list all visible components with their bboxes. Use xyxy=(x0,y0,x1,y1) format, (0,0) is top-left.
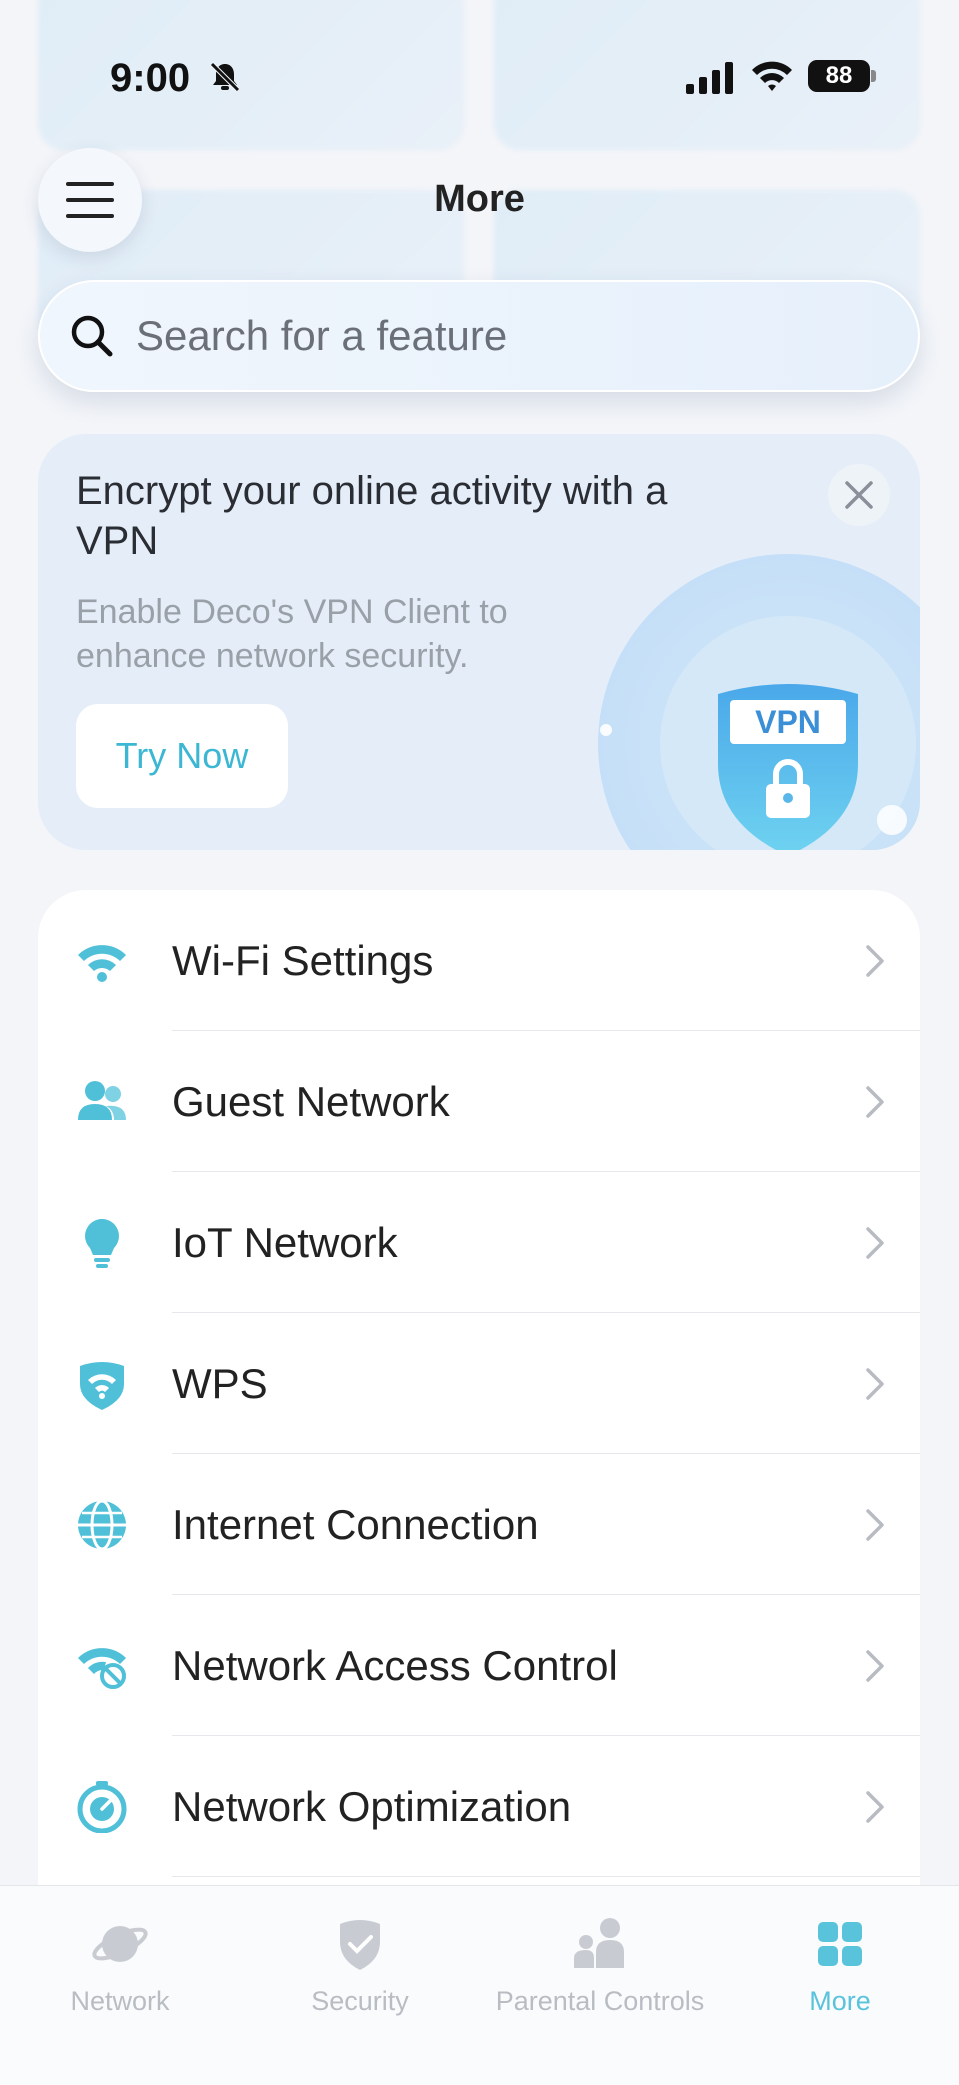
chevron-right-icon xyxy=(866,1226,884,1259)
vpn-badge-text: VPN xyxy=(755,704,821,740)
settings-item-wifi-settings[interactable]: Wi-Fi Settings xyxy=(38,890,920,1031)
settings-item-label: Wi-Fi Settings xyxy=(172,936,434,984)
tab-label: Network xyxy=(70,1986,170,2016)
vpn-promo-description: Enable Deco's VPN Client to enhance netw… xyxy=(76,593,508,675)
chevron-right-icon xyxy=(866,1649,884,1682)
close-icon xyxy=(845,481,873,509)
grid-icon xyxy=(818,1922,862,1966)
try-now-button[interactable]: Try Now xyxy=(76,704,288,808)
bell-muted-icon xyxy=(210,62,240,92)
settings-item-internet-connection[interactable]: Internet Connection xyxy=(38,1454,920,1595)
settings-item-wps[interactable]: WPS xyxy=(38,1313,920,1454)
divider xyxy=(172,1875,920,1877)
bottom-tab-bar: Network Security Parental Controls More xyxy=(0,1885,959,2085)
battery-tip xyxy=(871,70,876,82)
family-icon xyxy=(574,1918,624,1968)
search-input[interactable] xyxy=(136,312,836,360)
search-bar[interactable] xyxy=(38,280,920,392)
chevron-right-icon xyxy=(866,1367,884,1400)
settings-item-guest-network[interactable]: Guest Network xyxy=(38,1031,920,1172)
cellular-signal-icon xyxy=(686,62,733,94)
settings-item-label: IoT Network xyxy=(172,1218,398,1266)
chevron-right-icon xyxy=(866,944,884,977)
settings-item-label: Guest Network xyxy=(172,1077,450,1125)
tab-network[interactable]: Network xyxy=(0,1916,240,2036)
globe-icon xyxy=(78,1499,126,1550)
chevron-right-icon xyxy=(866,1085,884,1118)
tab-security[interactable]: Security xyxy=(240,1916,480,2036)
tab-label: More xyxy=(809,1986,871,2016)
lightbulb-icon xyxy=(85,1218,119,1268)
shield-wifi-icon xyxy=(80,1361,124,1410)
battery-indicator: 88 xyxy=(808,60,870,92)
wifi-icon xyxy=(78,944,126,982)
chevron-right-icon xyxy=(866,1790,884,1823)
settings-item-network-optimization[interactable]: Network Optimization xyxy=(38,1736,920,1877)
vpn-promo-close-button[interactable] xyxy=(828,464,890,526)
status-bar: 9:00 88 xyxy=(0,0,959,150)
shield-check-icon xyxy=(340,1920,380,1970)
settings-item-label: Network Optimization xyxy=(172,1782,572,1830)
tab-parental-controls[interactable]: Parental Controls xyxy=(480,1916,720,2036)
page-title: More xyxy=(434,178,525,220)
speedometer-icon xyxy=(77,1780,127,1833)
battery-level: 88 xyxy=(825,62,853,89)
search-icon xyxy=(71,315,113,357)
settings-item-label: Network Access Control xyxy=(172,1641,618,1689)
settings-item-iot-network[interactable]: IoT Network xyxy=(38,1172,920,1313)
planet-icon xyxy=(92,1926,148,1962)
users-icon xyxy=(78,1080,126,1120)
wifi-block-icon xyxy=(78,1647,126,1689)
settings-item-network-access-control[interactable]: Network Access Control xyxy=(38,1595,920,1736)
tab-more[interactable]: More xyxy=(720,1916,959,2036)
settings-item-label: Internet Connection xyxy=(172,1500,539,1548)
tab-label: Parental Controls xyxy=(495,1986,705,2016)
status-time: 9:00 xyxy=(110,56,191,100)
vpn-promo-card: Encrypt your online activity with a VPN … xyxy=(38,434,920,850)
chevron-right-icon xyxy=(866,1508,884,1541)
wifi-status-icon xyxy=(752,61,792,91)
settings-list: Wi-Fi Settings Guest Network IoT Network xyxy=(38,890,920,1900)
tab-label: Security xyxy=(311,1986,409,2016)
vpn-shield-illustration: VPN xyxy=(598,554,920,850)
settings-item-label: WPS xyxy=(172,1359,268,1407)
